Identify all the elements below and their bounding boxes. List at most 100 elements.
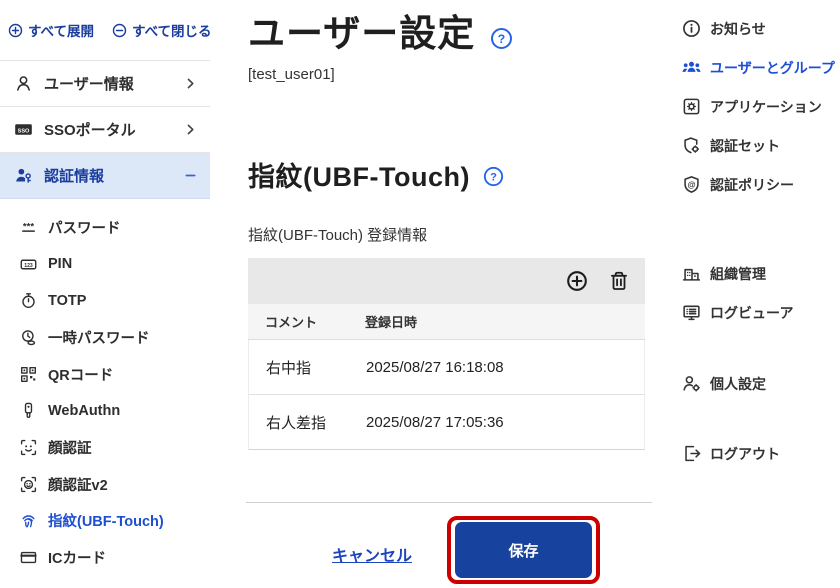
item-label: ユーザー情報 (44, 76, 134, 93)
minus-circle-icon (112, 23, 127, 38)
sso-icon: SSO (14, 120, 33, 139)
collapse-all-label: すべて閉じる (132, 24, 212, 39)
right-nav-item[interactable]: アプリケーション (666, 87, 840, 126)
sidebar-item-user-info[interactable]: ユーザー情報 (0, 61, 210, 107)
user-icon (14, 74, 33, 93)
right-nav-group: 個人設定 (666, 364, 840, 403)
column-header-date: 登録日時 (365, 315, 418, 330)
item-label: 指紋(UBF-Touch) (48, 514, 164, 531)
item-label: 組織管理 (710, 265, 766, 282)
cell-comment: 右人差指 (266, 414, 327, 432)
temp-password-icon (20, 329, 37, 346)
face-icon (20, 439, 37, 456)
qr-code-icon (20, 366, 37, 383)
column-header-comment: コメント (265, 315, 318, 330)
right-nav-item[interactable]: 組織管理 (666, 254, 840, 293)
svg-text:SSO: SSO (18, 128, 30, 134)
help-icon[interactable]: ? (490, 27, 513, 50)
right-nav-item[interactable]: 個人設定 (666, 364, 840, 403)
section-title: 指紋(UBF-Touch) (248, 162, 470, 192)
item-label: TOTP (48, 292, 87, 309)
chevron-right-icon (183, 122, 198, 137)
minus-icon (183, 168, 198, 183)
item-label: ICカード (48, 551, 106, 568)
auth-sub-item[interactable]: ICカード (0, 539, 210, 576)
expand-all-label: すべて展開 (28, 24, 95, 39)
item-label: お知らせ (710, 20, 766, 37)
pin-icon: 123 (20, 256, 37, 273)
auth-sub-item[interactable]: 指紋(UBF-Touch) (0, 503, 210, 540)
auth-sub-item[interactable]: 顔認証v2 (0, 466, 210, 503)
auth-sub-item[interactable]: 一時パスワード (0, 319, 210, 356)
info-icon (682, 19, 701, 38)
right-nav-item[interactable]: @ 認証ポリシー (666, 165, 840, 204)
user-key-icon (14, 166, 33, 185)
ic-card-icon (20, 549, 37, 566)
item-label: WebAuthn (48, 402, 121, 419)
item-label: 顔認証 (48, 440, 92, 457)
auth-sub-item[interactable]: QRコード (0, 356, 210, 393)
collapse-all-link[interactable]: すべて閉じる (112, 20, 212, 40)
totp-icon (20, 292, 37, 309)
item-label: 認証情報 (44, 168, 105, 185)
svg-text:123: 123 (24, 262, 33, 268)
item-label: SSOポータル (44, 122, 136, 139)
right-nav-item[interactable]: お知らせ (666, 9, 840, 48)
auth-policy-icon: @ (682, 175, 701, 194)
auth-sub-item[interactable]: WebAuthn (0, 392, 210, 429)
user-id-subtitle: [test_user01] (248, 66, 335, 83)
page-title-row: ユーザー設定 ? (248, 10, 513, 58)
log-viewer-icon (682, 303, 701, 322)
fingerprint-icon (20, 512, 37, 529)
save-button[interactable]: 保存 (455, 522, 592, 578)
right-sidebar: お知らせユーザーとグループアプリケーション 認証セット @ 認証ポリシー 組織管理ログビ… (666, 0, 840, 473)
section-title-row: 指紋(UBF-Touch) ? (248, 155, 504, 194)
right-nav-group: お知らせユーザーとグループアプリケーション 認証セット @ 認証ポリシー (666, 9, 840, 204)
table-label: 指紋(UBF-Touch) 登録情報 (248, 227, 428, 244)
right-nav-item[interactable]: ユーザーとグループ (666, 48, 840, 87)
auth-sub-item[interactable]: 123 PIN (0, 246, 210, 283)
expand-all-link[interactable]: すべて展開 (8, 20, 94, 40)
page-title: ユーザー設定 (248, 13, 476, 54)
item-label: PIN (48, 256, 73, 273)
svg-text:?: ? (490, 172, 497, 184)
click-highlight-annotation: 保存 (447, 516, 600, 584)
item-label: 顔認証v2 (48, 477, 108, 494)
auth-sub-item[interactable]: 顔認証 (0, 429, 210, 466)
table-body: 右中指 2025/08/27 16:18:08 右人差指 2025/08/27 17:… (248, 340, 645, 450)
right-nav-group: ログアウト (666, 434, 840, 473)
footer-divider (246, 502, 652, 503)
delete-icon[interactable] (608, 270, 630, 292)
table-row[interactable]: 右中指 2025/08/27 16:18:08 (248, 340, 645, 395)
right-nav-item[interactable]: 認証セット (666, 126, 840, 165)
sidebar-item-sso-portal[interactable]: SSO SSOポータル (0, 107, 210, 153)
table-row[interactable]: 右人差指 2025/08/27 17:05:36 (248, 395, 645, 450)
cancel-link[interactable]: キャンセル (332, 542, 412, 566)
auth-set-icon (682, 136, 701, 155)
chevron-right-icon (183, 76, 198, 91)
item-label: ユーザーとグループ (710, 59, 835, 76)
sidebar-item-auth-info[interactable]: 認証情報 (0, 153, 210, 199)
organization-icon (682, 264, 701, 283)
cell-registered-at: 2025/08/27 16:18:08 (366, 358, 504, 376)
cell-registered-at: 2025/08/27 17:05:36 (366, 413, 504, 431)
plus-circle-icon (8, 23, 23, 38)
table-header-row: コメント 登録日時 (248, 304, 645, 340)
auth-sub-item[interactable]: *** パスワード (0, 209, 210, 246)
personal-settings-icon (682, 374, 701, 393)
section-help-icon[interactable]: ? (483, 166, 504, 187)
right-nav-item[interactable]: ログアウト (666, 434, 840, 473)
item-label: 一時パスワード (48, 330, 150, 347)
auth-sub-nav: *** パスワード 123 PIN TOTP 一時パスワード QRコード WebAuthn 顔認… (0, 209, 210, 576)
item-label: 認証ポリシー (710, 176, 794, 193)
expand-collapse-row: すべて展開 すべて閉じる (8, 20, 212, 40)
svg-text:@: @ (687, 179, 695, 189)
add-icon[interactable] (566, 270, 588, 292)
auth-sub-item[interactable]: TOTP (0, 282, 210, 319)
main-nav: ユーザー情報 SSO SSOポータル 認証情報 (0, 60, 210, 199)
fingerprint-table: コメント 登録日時 右中指 2025/08/27 16:18:08 右人差指 2025… (248, 258, 645, 450)
right-nav-group: 組織管理ログビューア (666, 254, 840, 332)
cell-comment: 右中指 (266, 359, 312, 377)
item-label: QRコード (48, 367, 114, 384)
right-nav-item[interactable]: ログビューア (666, 293, 840, 332)
